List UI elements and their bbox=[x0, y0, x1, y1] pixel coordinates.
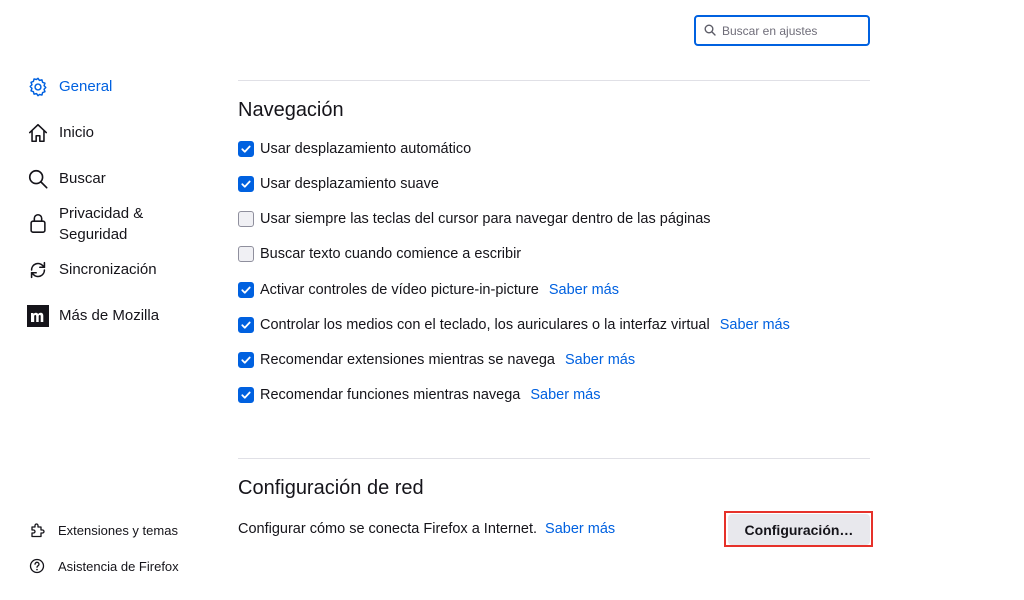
network-settings-button[interactable]: Configuración… bbox=[728, 514, 870, 545]
option-label: Usar desplazamiento automático bbox=[260, 141, 472, 157]
network-description-row: Configurar cómo se conecta Firefox a Int… bbox=[238, 521, 615, 537]
section-divider bbox=[238, 80, 870, 81]
sidebar-item-label: Privacidad & Seguridad bbox=[59, 203, 143, 245]
lock-icon bbox=[27, 212, 49, 234]
settings-search-input[interactable] bbox=[722, 23, 862, 38]
help-icon bbox=[29, 558, 45, 574]
section-divider bbox=[238, 458, 870, 459]
option-label: Activar controles de vídeo picture-in-pi… bbox=[260, 282, 539, 298]
option-label: Recomendar extensiones mientras se naveg… bbox=[260, 352, 555, 368]
option-recommend-extensions[interactable]: Recomendar extensiones mientras se naveg… bbox=[238, 352, 635, 368]
search-icon bbox=[27, 168, 49, 190]
home-icon bbox=[27, 122, 49, 144]
option-label: Usar desplazamiento suave bbox=[260, 176, 439, 192]
option-find-as-you-type[interactable]: Buscar texto cuando comience a escribir bbox=[238, 246, 521, 262]
sidebar-item-home[interactable]: Inicio bbox=[27, 122, 94, 144]
option-label: Buscar texto cuando comience a escribir bbox=[260, 246, 522, 262]
option-picture-in-picture[interactable]: Activar controles de vídeo picture-in-pi… bbox=[238, 282, 619, 298]
network-description: Configurar cómo se conecta Firefox a Int… bbox=[238, 521, 538, 537]
mozilla-icon bbox=[27, 305, 49, 327]
learn-more-link[interactable]: Saber más bbox=[549, 282, 619, 298]
option-autoscroll[interactable]: Usar desplazamiento automático bbox=[238, 141, 471, 157]
learn-more-link[interactable]: Saber más bbox=[565, 352, 635, 368]
option-media-control[interactable]: Controlar los medios con el teclado, los… bbox=[238, 317, 790, 333]
checkbox-checked[interactable] bbox=[238, 352, 254, 368]
sidebar-item-general[interactable]: General bbox=[27, 76, 112, 98]
checkbox-unchecked[interactable] bbox=[238, 246, 254, 262]
sidebar-item-sync[interactable]: Sincronización bbox=[27, 259, 157, 281]
footer-item-label: Asistencia de Firefox bbox=[58, 558, 179, 574]
search-icon bbox=[704, 24, 718, 38]
sidebar-item-label: Inicio bbox=[59, 124, 95, 141]
learn-more-link[interactable]: Saber más bbox=[720, 317, 790, 333]
option-label: Usar siempre las teclas del cursor para … bbox=[260, 211, 711, 227]
sidebar-item-label: General bbox=[59, 78, 113, 95]
network-section-title: Configuración de red bbox=[238, 477, 424, 499]
learn-more-link[interactable]: Saber más bbox=[530, 387, 600, 403]
sidebar-item-search[interactable]: Buscar bbox=[27, 168, 106, 190]
sidebar-footer-help[interactable]: Asistencia de Firefox bbox=[29, 558, 179, 574]
settings-search-box[interactable] bbox=[694, 15, 870, 46]
checkbox-checked[interactable] bbox=[238, 387, 254, 403]
learn-more-link[interactable]: Saber más bbox=[545, 521, 615, 537]
checkbox-unchecked[interactable] bbox=[238, 211, 254, 227]
sidebar-footer-extensions[interactable]: Extensiones y temas bbox=[29, 522, 178, 538]
puzzle-icon bbox=[29, 522, 45, 538]
option-label: Controlar los medios con el teclado, los… bbox=[260, 317, 710, 333]
navigation-section-title: Navegación bbox=[238, 99, 344, 121]
sidebar-item-mozilla[interactable]: Más de Mozilla bbox=[27, 305, 159, 327]
checkbox-checked[interactable] bbox=[238, 282, 254, 298]
option-recommend-features[interactable]: Recomendar funciones mientras navega Sab… bbox=[238, 387, 600, 403]
checkbox-checked[interactable] bbox=[238, 176, 254, 192]
option-smooth-scroll[interactable]: Usar desplazamiento suave bbox=[238, 176, 439, 192]
sync-icon bbox=[27, 259, 49, 281]
sidebar-item-label-line2: Seguridad bbox=[59, 226, 128, 243]
settings-page: General Inicio Buscar Privacidad & Segur… bbox=[0, 0, 1024, 600]
gear-icon bbox=[27, 76, 49, 98]
sidebar-item-label: Buscar bbox=[59, 170, 106, 187]
checkbox-checked[interactable] bbox=[238, 141, 254, 157]
option-caret-browsing[interactable]: Usar siempre las teclas del cursor para … bbox=[238, 211, 711, 227]
sidebar-item-label: Más de Mozilla bbox=[59, 307, 160, 324]
sidebar-item-label-line1: Privacidad & bbox=[59, 205, 144, 222]
footer-item-label: Extensiones y temas bbox=[58, 522, 178, 538]
sidebar-item-label: Sincronización bbox=[59, 261, 157, 278]
option-label: Recomendar funciones mientras navega bbox=[260, 387, 521, 403]
sidebar-item-privacy[interactable]: Privacidad & Seguridad bbox=[27, 203, 143, 245]
checkbox-checked[interactable] bbox=[238, 317, 254, 333]
